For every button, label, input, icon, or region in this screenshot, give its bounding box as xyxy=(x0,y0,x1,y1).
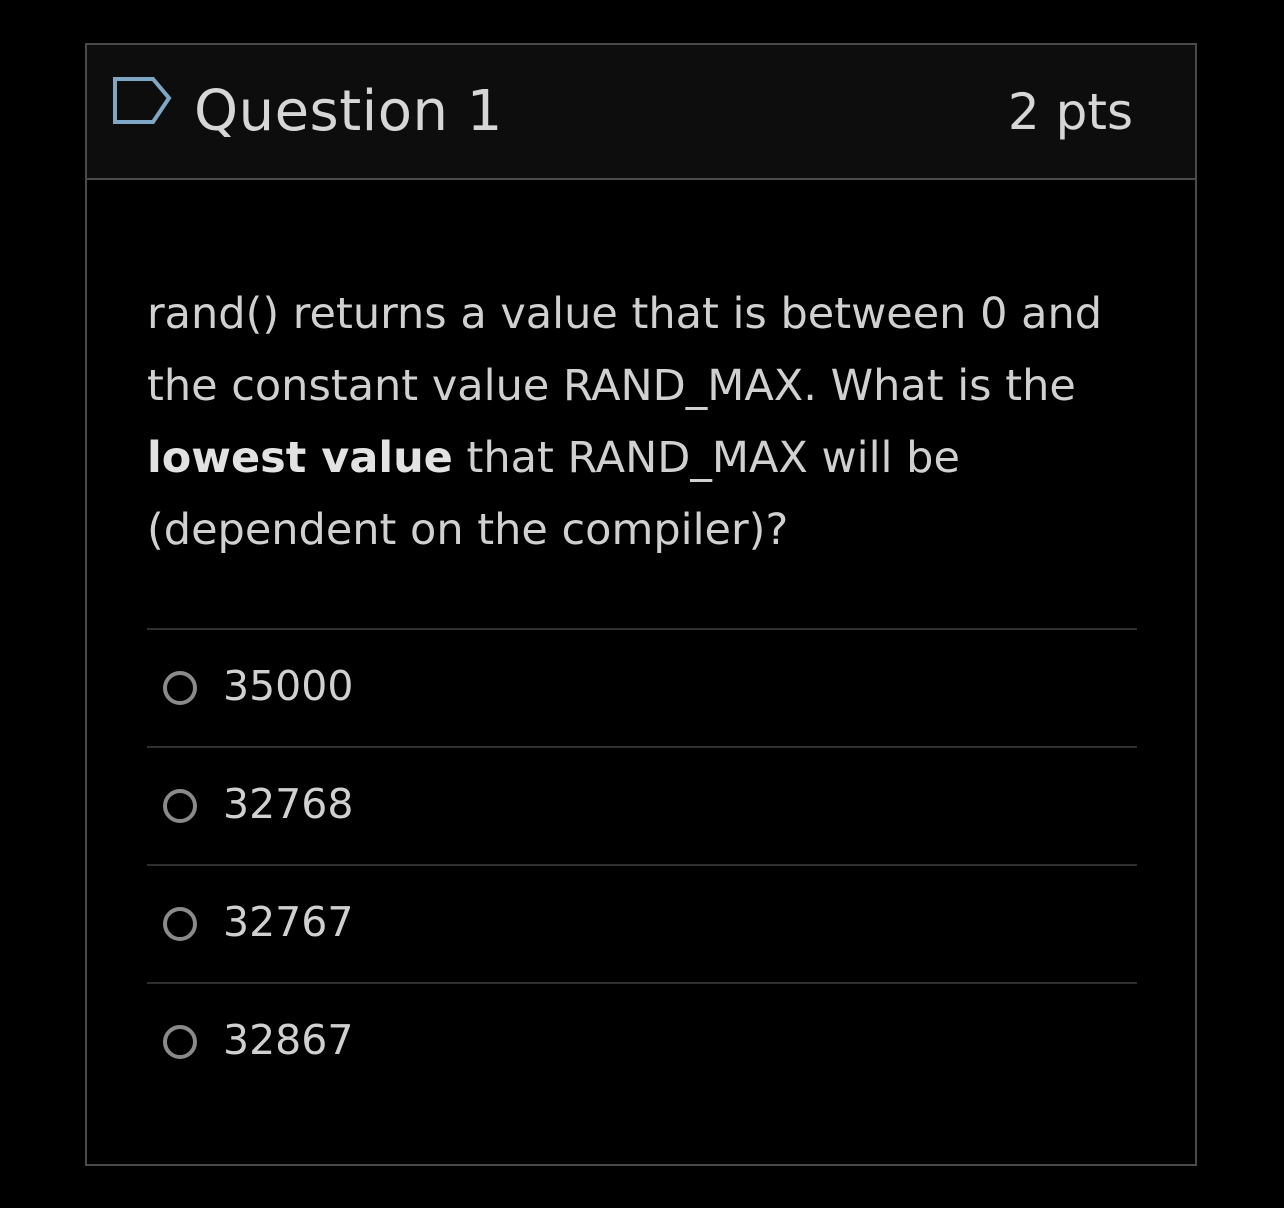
answer-label[interactable]: 32768 xyxy=(223,776,353,832)
question-title: Question 1 xyxy=(194,79,503,144)
radio-button[interactable] xyxy=(163,907,197,941)
question-card: Question 1 2 pts rand() returns a value … xyxy=(85,43,1197,1166)
radio-button[interactable] xyxy=(163,789,197,823)
flag-icon[interactable] xyxy=(111,76,175,126)
radio-button[interactable] xyxy=(163,1025,197,1059)
radio-button[interactable] xyxy=(163,671,197,705)
answer-option[interactable]: 32768 xyxy=(147,746,1137,864)
question-points: 2 pts xyxy=(1007,83,1133,141)
answer-label[interactable]: 35000 xyxy=(223,658,353,714)
question-text-bold: lowest value xyxy=(147,433,453,483)
answer-label[interactable]: 32867 xyxy=(223,1012,353,1068)
question-header: Question 1 2 pts xyxy=(87,45,1195,180)
question-text: rand() returns a value that is between 0… xyxy=(147,278,1147,566)
answer-list: 35000 32768 32767 32867 xyxy=(147,628,1137,1100)
answer-option[interactable]: 32867 xyxy=(147,982,1137,1100)
question-text-part1: rand() returns a value that is between 0… xyxy=(147,289,1103,411)
answer-option[interactable]: 32767 xyxy=(147,864,1137,982)
answer-label[interactable]: 32767 xyxy=(223,894,353,950)
answer-option[interactable]: 35000 xyxy=(147,628,1137,746)
